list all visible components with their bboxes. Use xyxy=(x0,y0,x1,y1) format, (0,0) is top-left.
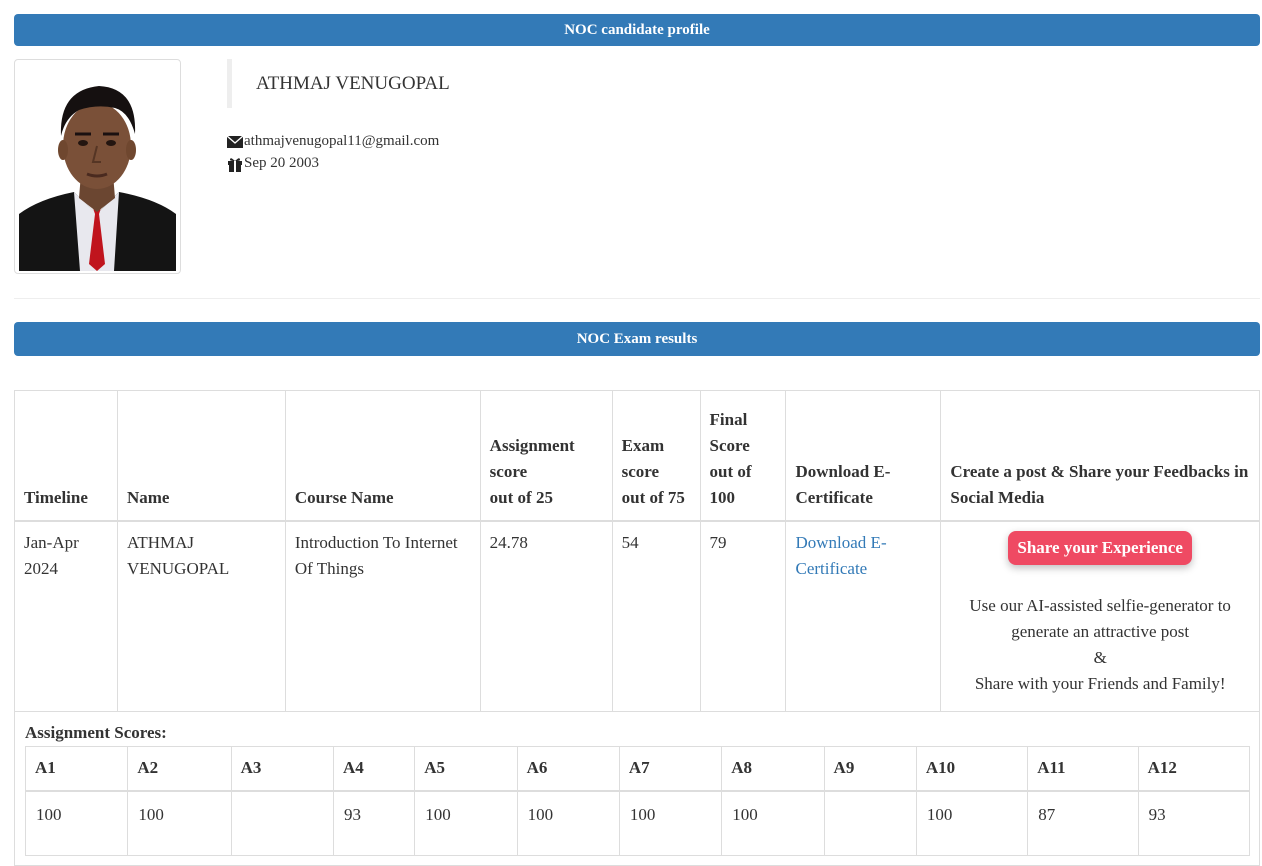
header-course: Course Name xyxy=(284,390,481,522)
email-row: athmajvenugopal11@gmail.com xyxy=(227,133,439,150)
candidate-name: ATHMAJ VENUGOPAL xyxy=(256,72,450,94)
assignment-score xyxy=(823,790,917,856)
header-assignment: Assignment score out of 25 xyxy=(479,390,613,522)
results-header-row: Timeline Name Course Name Assignment sco… xyxy=(14,390,1260,522)
assignment-header: A3 xyxy=(230,745,334,792)
assignment-header: A6 xyxy=(516,745,620,792)
header-name: Name xyxy=(116,390,286,522)
assignment-score: 100 xyxy=(721,790,825,856)
assignment-score: 87 xyxy=(1027,790,1139,856)
assignment-score-row: 100 100 93 100 100 100 100 100 87 93 xyxy=(24,790,1251,856)
header-final: Final Score out of 100 xyxy=(699,390,787,522)
assignment-score: 100 xyxy=(516,790,620,856)
assignment-score: 93 xyxy=(1137,790,1251,856)
profile-header-title: NOC candidate profile xyxy=(564,21,710,38)
assignment-scores-row: Assignment Scores: A1 A2 A3 A4 A5 A6 A7 … xyxy=(14,710,1260,866)
assignment-score: 100 xyxy=(915,790,1029,856)
dob-row: Sep 20 2003 xyxy=(227,155,319,172)
share-description: Use our AI-assisted selfie-generator to … xyxy=(969,596,1231,693)
cell-course: Introduction To Internet Of Things xyxy=(284,520,481,712)
profile-photo-frame xyxy=(14,59,181,274)
cell-final-score: 79 xyxy=(699,520,787,712)
assignment-header: A9 xyxy=(823,745,917,792)
cell-exam-score: 54 xyxy=(611,520,701,712)
assignment-header: A7 xyxy=(618,745,723,792)
cell-share: Share your Experience Use our AI-assiste… xyxy=(940,520,1260,712)
assignment-header: A8 xyxy=(721,745,825,792)
section-divider xyxy=(14,298,1260,299)
exam-results-table: Timeline Name Course Name Assignment sco… xyxy=(14,390,1260,866)
assignment-score: 100 xyxy=(618,790,723,856)
assignment-header: A12 xyxy=(1137,745,1251,792)
assignment-scores-title: Assignment Scores: xyxy=(25,722,167,742)
assignment-score xyxy=(230,790,334,856)
cell-timeline: Jan-Apr 2024 xyxy=(14,520,118,712)
assignment-header: A5 xyxy=(414,745,518,792)
share-experience-button[interactable]: Share your Experience xyxy=(1008,531,1192,565)
assignment-header: A4 xyxy=(332,745,416,792)
results-header-title: NOC Exam results xyxy=(576,330,698,347)
candidate-email: athmajvenugopal11@gmail.com xyxy=(244,133,440,149)
assignment-header: A1 xyxy=(24,745,129,792)
envelope-icon xyxy=(227,134,243,148)
assignment-score: 100 xyxy=(127,790,232,856)
assignment-scores-cell: Assignment Scores: A1 A2 A3 A4 A5 A6 A7 … xyxy=(14,710,1260,866)
results-header-bar: NOC Exam results xyxy=(14,322,1260,356)
gift-icon xyxy=(228,157,242,172)
cell-download: Download E-Certificate xyxy=(785,520,942,712)
results-row: Jan-Apr 2024 ATHMAJ VENUGOPAL Introducti… xyxy=(14,520,1260,712)
assignment-header: A2 xyxy=(127,745,232,792)
header-download: Download E-Certificate xyxy=(785,390,942,522)
download-certificate-link[interactable]: Download E-Certificate xyxy=(795,533,886,578)
assignment-score: 100 xyxy=(414,790,518,856)
candidate-name-heading: ATHMAJ VENUGOPAL xyxy=(227,59,450,108)
profile-photo xyxy=(19,64,176,271)
cell-name: ATHMAJ VENUGOPAL xyxy=(116,520,286,712)
header-exam: Exam score out of 75 xyxy=(611,390,701,522)
cell-assignment-score: 24.78 xyxy=(479,520,613,712)
assignment-scores-table: A1 A2 A3 A4 A5 A6 A7 A8 A9 A10 A11 A12 1… xyxy=(24,745,1251,856)
assignment-header-row: A1 A2 A3 A4 A5 A6 A7 A8 A9 A10 A11 A12 xyxy=(24,745,1251,792)
header-share: Create a post & Share your Feedbacks in … xyxy=(940,390,1260,522)
assignment-score: 93 xyxy=(332,790,416,856)
header-timeline: Timeline xyxy=(14,390,118,522)
assignment-header: A10 xyxy=(915,745,1029,792)
assignment-header: A11 xyxy=(1027,745,1139,792)
profile-header-bar: NOC candidate profile xyxy=(14,14,1260,46)
assignment-score: 100 xyxy=(24,790,129,856)
candidate-dob: Sep 20 2003 xyxy=(244,155,319,171)
